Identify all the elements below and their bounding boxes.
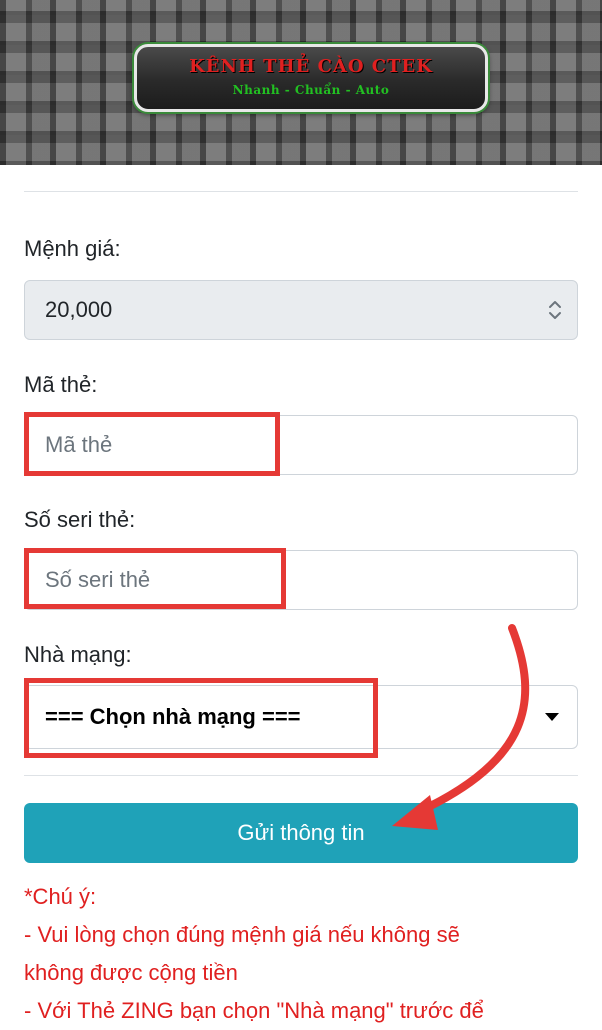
submit-button[interactable]: Gửi thông tin <box>24 803 578 863</box>
notice-title: *Chú ý: <box>24 884 97 909</box>
denomination-select[interactable]: 20,000 <box>24 280 578 340</box>
card-code-label: Mã thẻ: <box>24 372 98 397</box>
site-tagline: Nhanh - Chuẩn - Auto <box>232 83 390 97</box>
card-code-input[interactable]: Mã thẻ <box>24 415 578 475</box>
denomination-value: 20,000 <box>45 297 113 322</box>
notice-line: - Với Thẻ ZING bạn chọn "Nhà mạng" trước… <box>24 998 484 1023</box>
site-logo-banner: KÊNH THẺ CÀO CTEK Nhanh - Chuẩn - Auto <box>134 44 488 112</box>
site-title: KÊNH THẺ CÀO CTEK <box>189 56 433 77</box>
header-banner-background: KÊNH THẺ CÀO CTEK Nhanh - Chuẩn - Auto <box>0 0 602 165</box>
serial-input[interactable]: Số seri thẻ <box>24 550 578 610</box>
serial-placeholder: Số seri thẻ <box>45 567 151 592</box>
notice-line: - Vui lòng chọn đúng mệnh giá nếu không … <box>24 922 460 947</box>
up-down-chevron-icon <box>549 301 561 319</box>
form-divider <box>24 775 578 776</box>
caret-down-icon <box>545 713 559 721</box>
notice-section: *Chú ý: - Vui lòng chọn đúng mệnh giá nế… <box>24 878 584 1030</box>
carrier-select[interactable]: === Chọn nhà mạng === <box>24 685 578 749</box>
notice-line: không được cộng tiền <box>24 960 238 985</box>
top-divider <box>24 191 578 192</box>
serial-label: Số seri thẻ: <box>24 507 136 532</box>
denomination-label: Mệnh giá: <box>24 236 121 261</box>
carrier-label: Nhà mạng: <box>24 642 132 667</box>
carrier-selected-value: === Chọn nhà mạng === <box>45 704 301 729</box>
card-code-placeholder: Mã thẻ <box>45 432 113 457</box>
